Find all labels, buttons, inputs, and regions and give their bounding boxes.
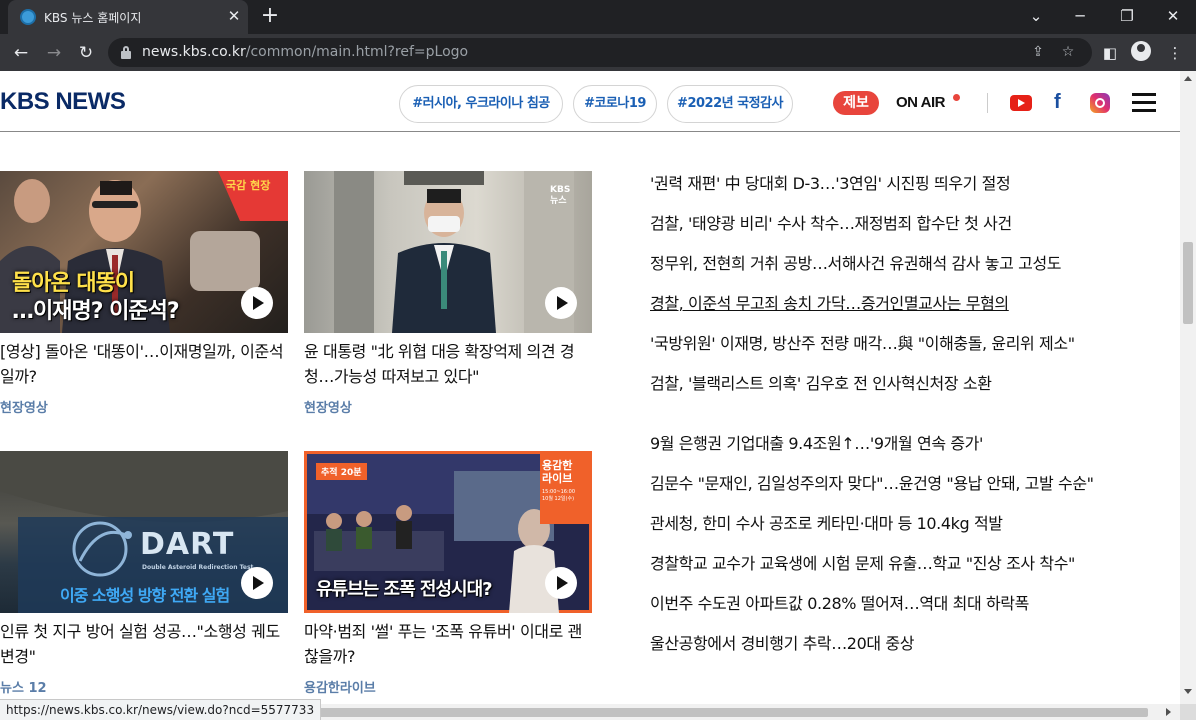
vertical-scrollbar[interactable]	[1180, 71, 1196, 704]
tab-close-icon[interactable]: ✕	[224, 6, 244, 26]
scroll-down-arrow-icon[interactable]	[1184, 689, 1192, 694]
headline-item[interactable]: 검찰, '태양광 비리' 수사 착수…재정범죄 합수단 첫 사건	[650, 210, 1012, 234]
page-viewport: KBS NEWS #러시아, 우크라이나 침공 #코로나19 #2022년 국정…	[0, 71, 1180, 704]
segment-tag: 추적 20분	[316, 463, 367, 480]
tab-search-chevron-icon[interactable]: ⌄	[1022, 4, 1050, 28]
scroll-up-arrow-icon[interactable]	[1184, 76, 1192, 81]
thumbnail-corner-badge: 국감 현장	[226, 179, 271, 192]
facebook-icon[interactable]: f	[1054, 91, 1066, 113]
share-icon[interactable]: ⇪	[1028, 42, 1048, 62]
hashtag-audit-2022[interactable]: #2022년 국정감사	[667, 85, 793, 123]
play-icon[interactable]	[545, 567, 577, 599]
headline-item[interactable]: 울산공항에서 경비행기 추락…20대 중상	[650, 630, 914, 654]
headline-item[interactable]: 9월 은행권 기업대출 9.4조원↑…'9개월 연속 증가'	[650, 430, 983, 454]
profile-avatar-icon[interactable]	[1131, 41, 1151, 61]
headline-item[interactable]: 경찰학교 교수가 교육생에 시험 문제 유출…학교 "진상 조사 착수"	[650, 550, 1075, 574]
card-category[interactable]: 용감한라이브	[304, 677, 376, 696]
headline-item[interactable]: '권력 재편' 中 당대회 D-3…'3연임' 시진핑 띄우기 절정	[650, 170, 1011, 194]
live-show-title: 용감한 라이브	[542, 459, 573, 485]
thumbnail-caption-line1: 이중 소행성 방향 전환 실험	[60, 586, 230, 605]
scrollbar-corner	[1180, 704, 1196, 720]
browser-tab-strip: KBS 뉴스 홈페이지 ✕ + ⌄ ─ ❐ ✕	[0, 0, 1196, 34]
browser-tab[interactable]: KBS 뉴스 홈페이지 ✕	[8, 0, 248, 34]
restore-icon[interactable]: ❐	[1113, 4, 1141, 28]
header-divider	[987, 93, 988, 113]
headline-item[interactable]: 경찰, 이준석 무고죄 송치 가닥…증거인멸교사는 무혐의	[650, 290, 1009, 314]
live-dot-icon	[953, 94, 960, 101]
hashtag-covid19[interactable]: #코로나19	[573, 85, 657, 123]
headline-item[interactable]: 검찰, '블랙리스트 의혹' 김우호 전 인사혁신처장 소환	[650, 370, 992, 394]
thumbnail-caption-line1: 유튜브는 조폭 전성시대?	[316, 579, 493, 600]
card-category[interactable]: 현장영상	[304, 397, 352, 416]
tip-button[interactable]: 제보	[833, 91, 879, 115]
browser-toolbar: ← → ↻ news.kbs.co.kr/common/main.html?re…	[0, 34, 1196, 71]
kbs-news-watermark: KBS 뉴스	[550, 185, 571, 206]
news-thumbnail[interactable]: DART Double Asteroid Redirection Test 이중…	[0, 451, 288, 613]
scroll-right-arrow-icon[interactable]	[1166, 708, 1171, 716]
status-bar-url: https://news.kbs.co.kr/news/view.do?ncd=…	[0, 699, 322, 720]
news-thumbnail[interactable]: 추적 20분 용감한 라이브 15:00~16:00 10월 12일(수) 유튜브는…	[304, 451, 592, 613]
dart-logo-subtext: Double Asteroid Redirection Test	[142, 564, 254, 571]
thumbnail-caption-line2: …이재명? 이준석?	[12, 299, 180, 324]
headline-item[interactable]: '국방위원' 이재명, 방산주 전량 매각…與 "이해충돌, 윤리위 제소"	[650, 330, 1075, 354]
hamburger-menu-icon[interactable]	[1132, 93, 1156, 112]
dart-logo-text: DART	[140, 527, 235, 562]
headline-item[interactable]: 이번주 수도권 아파트값 0.28% 떨어져…역대 최대 하락폭	[650, 590, 1029, 614]
vertical-scroll-thumb[interactable]	[1183, 242, 1193, 324]
close-window-icon[interactable]: ✕	[1159, 4, 1187, 28]
card-title[interactable]: 마약·범죄 '썰' 푸는 '조폭 유튜버' 이대로 괜찮을까?	[304, 619, 594, 669]
live-show-schedule: 15:00~16:00 10월 12일(수)	[542, 489, 576, 502]
site-header: KBS NEWS #러시아, 우크라이나 침공 #코로나19 #2022년 국정…	[0, 71, 1180, 132]
header-divider-line	[0, 131, 1180, 132]
news-thumbnail[interactable]: 국감 현장 돌아온 대똥이 …이재명? 이준석?	[0, 171, 288, 333]
tab-title: KBS 뉴스 홈페이지	[44, 11, 142, 25]
play-icon[interactable]	[545, 287, 577, 319]
card-title[interactable]: 인류 첫 지구 방어 실험 성공…"소행성 궤도 변경"	[0, 619, 290, 669]
news-thumbnail[interactable]: KBS 뉴스	[304, 171, 592, 333]
side-panel-icon[interactable]: ◧	[1098, 41, 1122, 65]
back-icon[interactable]: ←	[9, 41, 33, 65]
bookmark-star-icon[interactable]: ☆	[1058, 42, 1078, 62]
kebab-menu-icon[interactable]: ⋮	[1163, 41, 1187, 65]
reload-icon[interactable]: ↻	[74, 41, 98, 65]
card-title[interactable]: [영상] 돌아온 '대똥이'…이재명일까, 이준석일까?	[0, 339, 290, 389]
address-bar[interactable]: news.kbs.co.kr/common/main.html?ref=pLog…	[108, 38, 1092, 67]
url-text[interactable]: news.kbs.co.kr/common/main.html?ref=pLog…	[142, 44, 468, 60]
lock-icon[interactable]	[120, 46, 132, 59]
card-category[interactable]: 현장영상	[0, 397, 48, 416]
card-title[interactable]: 윤 대통령 "北 위협 대응 확장억제 의견 경청…가능성 따져보고 있다"	[304, 339, 594, 389]
kbs-favicon-icon	[20, 9, 36, 25]
play-icon[interactable]	[241, 287, 273, 319]
youtube-icon[interactable]	[1010, 95, 1032, 111]
forward-icon[interactable]: →	[42, 41, 66, 65]
card-category[interactable]: 뉴스 12	[0, 677, 47, 696]
kbs-news-logo[interactable]: KBS NEWS	[0, 88, 126, 116]
headline-item[interactable]: 관세청, 한미 수사 공조로 케타민·대마 등 10.4kg 적발	[650, 510, 1003, 534]
headline-item[interactable]: 정무위, 전현희 거취 공방…서해사건 유권해석 감사 놓고 고성도	[650, 250, 1061, 274]
onair-link[interactable]: ON AIR	[896, 94, 945, 111]
instagram-icon[interactable]	[1090, 93, 1110, 113]
play-icon[interactable]	[241, 567, 273, 599]
new-tab-icon[interactable]: +	[258, 5, 282, 29]
minimize-icon[interactable]: ─	[1066, 4, 1094, 28]
headline-item[interactable]: 김문수 "문재인, 김일성주의자 맞다"…윤건영 "용납 안돼, 고발 수순"	[650, 470, 1094, 494]
hashtag-russia-ukraine[interactable]: #러시아, 우크라이나 침공	[399, 85, 563, 123]
